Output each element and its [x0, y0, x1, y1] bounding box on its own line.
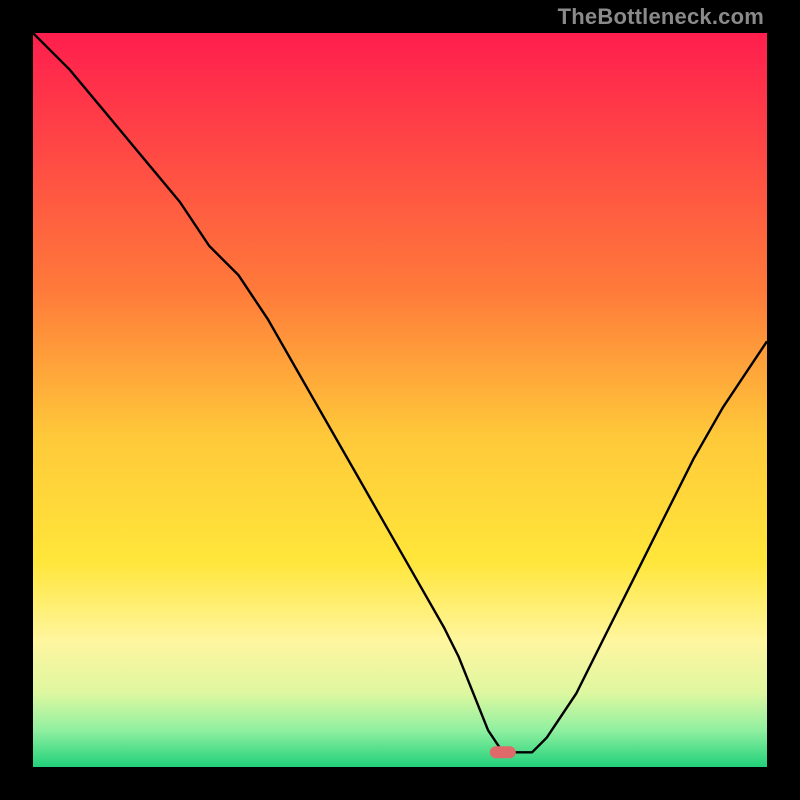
chart-frame: TheBottleneck.com [0, 0, 800, 800]
plot-area [33, 33, 767, 767]
gradient-background [33, 33, 767, 767]
watermark-label: TheBottleneck.com [558, 4, 764, 30]
optimal-marker [490, 746, 516, 758]
chart-svg [33, 33, 767, 767]
